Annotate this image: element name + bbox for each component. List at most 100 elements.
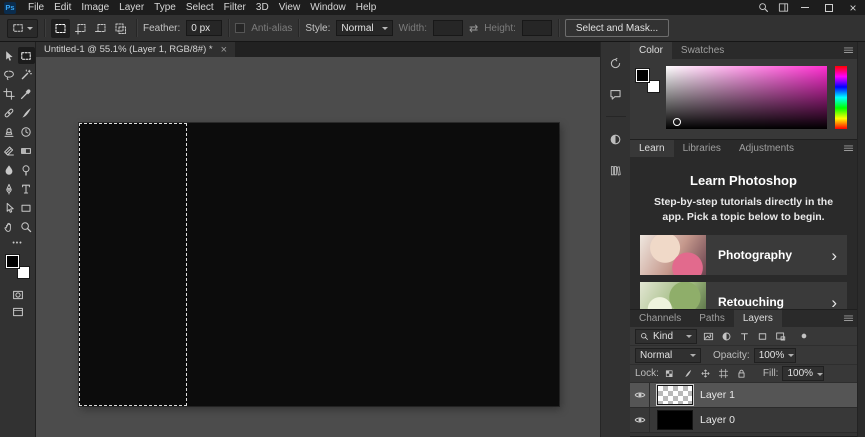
menu-file[interactable]: File bbox=[23, 0, 49, 15]
lock-position-icon[interactable] bbox=[699, 367, 713, 381]
spot-healing-brush-tool[interactable] bbox=[1, 104, 18, 121]
select-and-mask-button[interactable]: Select and Mask... bbox=[564, 19, 670, 37]
add-to-selection-button[interactable] bbox=[71, 19, 90, 38]
rectangle-shape-tool[interactable] bbox=[18, 199, 35, 216]
pen-tool[interactable] bbox=[1, 180, 18, 197]
edit-toolbar-button[interactable]: ••• bbox=[12, 240, 22, 247]
menu-layer[interactable]: Layer bbox=[114, 0, 149, 15]
menu-type[interactable]: Type bbox=[149, 0, 181, 15]
tab-learn[interactable]: Learn bbox=[630, 140, 674, 157]
adjustment-layer-filter-icon[interactable] bbox=[719, 329, 733, 343]
document-tab[interactable]: Untitled-1 @ 55.1% (Layer 1, RGB/8#) * × bbox=[36, 42, 236, 57]
screen-mode-button[interactable] bbox=[9, 303, 26, 320]
anti-alias-checkbox[interactable] bbox=[235, 23, 246, 33]
crop-tool[interactable] bbox=[1, 85, 18, 102]
tab-channels[interactable]: Channels bbox=[630, 310, 690, 327]
history-icon[interactable] bbox=[607, 54, 625, 72]
brush-tool[interactable] bbox=[18, 104, 35, 121]
topic-card-retouching[interactable]: Retouching › bbox=[640, 282, 847, 309]
blend-mode-dropdown[interactable]: Normal bbox=[635, 347, 701, 363]
menu-filter[interactable]: Filter bbox=[219, 0, 251, 15]
smart-object-filter-icon[interactable] bbox=[773, 329, 787, 343]
pixel-layer-filter-icon[interactable] bbox=[701, 329, 715, 343]
eraser-tool[interactable] bbox=[1, 142, 18, 159]
layer-name[interactable]: Layer 0 bbox=[700, 414, 735, 426]
layer-filter-toggle[interactable] bbox=[797, 329, 811, 343]
layer-thumbnail[interactable] bbox=[657, 410, 693, 430]
height-input[interactable] bbox=[521, 20, 552, 36]
style-dropdown[interactable]: Normal bbox=[336, 20, 393, 36]
width-input[interactable] bbox=[432, 20, 463, 36]
panel-menu-icon[interactable] bbox=[839, 42, 857, 59]
opacity-dropdown[interactable]: 100% bbox=[753, 347, 796, 363]
document-canvas[interactable] bbox=[79, 123, 559, 406]
tool-preset-picker[interactable] bbox=[7, 18, 38, 38]
lock-all-icon[interactable] bbox=[735, 367, 749, 381]
foreground-color-swatch[interactable] bbox=[636, 69, 649, 82]
layer-filter-kind-dropdown[interactable]: Kind bbox=[635, 328, 697, 344]
canvas-area[interactable] bbox=[36, 57, 600, 437]
path-selection-tool[interactable] bbox=[1, 199, 18, 216]
feather-input[interactable]: 0 px bbox=[186, 20, 223, 36]
panel-menu-icon[interactable] bbox=[839, 140, 857, 157]
shape-layer-filter-icon[interactable] bbox=[755, 329, 769, 343]
gradient-tool[interactable] bbox=[18, 142, 35, 159]
app-logo[interactable]: Ps bbox=[4, 1, 16, 14]
lasso-tool[interactable] bbox=[1, 66, 18, 83]
tab-layers[interactable]: Layers bbox=[733, 310, 782, 327]
search-icon[interactable] bbox=[753, 0, 773, 15]
move-tool[interactable] bbox=[1, 47, 18, 64]
hue-slider[interactable] bbox=[835, 66, 847, 129]
hand-tool[interactable] bbox=[1, 218, 18, 235]
topic-card-photography[interactable]: Photography › bbox=[640, 235, 847, 276]
clone-stamp-tool[interactable] bbox=[1, 123, 18, 140]
libraries-icon[interactable] bbox=[607, 161, 625, 179]
new-selection-button[interactable] bbox=[51, 18, 70, 38]
tab-libraries[interactable]: Libraries bbox=[674, 140, 730, 157]
rectangular-marquee-tool[interactable] bbox=[17, 47, 35, 64]
visibility-toggle[interactable] bbox=[630, 383, 650, 407]
history-brush-tool[interactable] bbox=[18, 123, 35, 140]
menu-help[interactable]: Help bbox=[351, 0, 382, 15]
tab-close-icon[interactable]: × bbox=[221, 44, 227, 55]
eyedropper-tool[interactable] bbox=[18, 85, 35, 102]
layer-row-layer-1[interactable]: Layer 1 bbox=[630, 383, 857, 408]
swap-dimensions-icon[interactable]: ⇄ bbox=[469, 22, 478, 35]
menu-select[interactable]: Select bbox=[181, 0, 219, 15]
menu-edit[interactable]: Edit bbox=[49, 0, 76, 15]
foreground-color-swatch[interactable] bbox=[5, 255, 19, 268]
tab-swatches[interactable]: Swatches bbox=[672, 42, 733, 59]
color-picker-cursor[interactable] bbox=[673, 118, 681, 126]
tab-color[interactable]: Color bbox=[630, 42, 672, 59]
saturation-brightness-field[interactable] bbox=[666, 66, 827, 129]
layer-row-layer-0[interactable]: Layer 0 bbox=[630, 408, 857, 433]
comments-icon[interactable] bbox=[607, 85, 625, 103]
type-layer-filter-icon[interactable] bbox=[737, 329, 751, 343]
tab-paths[interactable]: Paths bbox=[690, 310, 734, 327]
panel-menu-icon[interactable] bbox=[839, 310, 857, 327]
lock-transparent-icon[interactable] bbox=[663, 367, 677, 381]
layer-name[interactable]: Layer 1 bbox=[700, 389, 735, 401]
lock-paint-icon[interactable] bbox=[681, 367, 695, 381]
workspace-icon[interactable] bbox=[773, 0, 793, 15]
dodge-tool[interactable] bbox=[18, 161, 35, 178]
tab-adjustments[interactable]: Adjustments bbox=[730, 140, 803, 157]
menu-image[interactable]: Image bbox=[76, 0, 114, 15]
menu-window[interactable]: Window bbox=[305, 0, 351, 15]
type-tool[interactable] bbox=[18, 180, 35, 197]
menu-3d[interactable]: 3D bbox=[251, 0, 274, 15]
quick-mask-button[interactable] bbox=[9, 286, 26, 303]
intersect-selection-button[interactable] bbox=[111, 19, 130, 38]
subtract-from-selection-button[interactable] bbox=[91, 19, 110, 38]
minimize-button[interactable] bbox=[793, 0, 817, 15]
foreground-background-swatches[interactable] bbox=[5, 255, 30, 279]
fg-bg-color-widget[interactable] bbox=[636, 69, 660, 93]
blur-tool[interactable] bbox=[1, 161, 18, 178]
fill-dropdown[interactable]: 100% bbox=[782, 366, 825, 381]
close-button[interactable]: × bbox=[841, 0, 865, 15]
restore-button[interactable] bbox=[817, 0, 841, 15]
lock-artboard-icon[interactable] bbox=[717, 367, 731, 381]
quick-selection-tool[interactable] bbox=[18, 66, 35, 83]
menu-view[interactable]: View bbox=[274, 0, 306, 15]
visibility-toggle[interactable] bbox=[630, 408, 650, 432]
